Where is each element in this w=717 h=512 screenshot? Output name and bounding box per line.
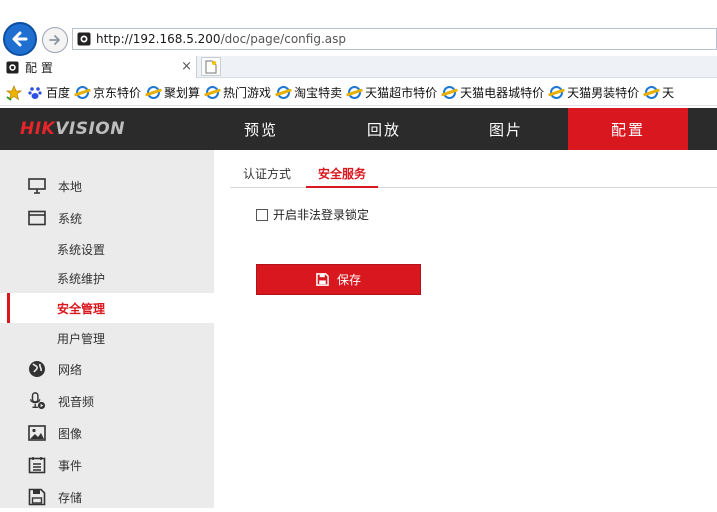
sidebar-item-label: 存储 xyxy=(58,490,83,505)
menu-label: 配置 xyxy=(610,120,645,139)
new-tab-icon xyxy=(205,60,217,73)
sidebar-item-local[interactable]: 本地 xyxy=(0,171,214,201)
arrow-left-icon xyxy=(12,31,28,47)
back-button[interactable] xyxy=(3,22,37,56)
sidebar-item-system[interactable]: 系统 xyxy=(0,203,214,233)
tab-label: 安全服务 xyxy=(318,166,367,181)
sidebar-item-label: 系统 xyxy=(58,211,83,226)
sidebar-item-label: 图像 xyxy=(58,426,83,441)
sidebar-item-label: 视音频 xyxy=(58,394,95,409)
favorite-baidu[interactable]: 百度 xyxy=(28,84,70,101)
sidebar: 本地 系统 系统设置 系统维护 安全管理 用户管理 网络 视音频 图像 事件 存… xyxy=(0,150,214,508)
monitor-icon xyxy=(28,177,46,195)
menu-configuration[interactable]: 配置 xyxy=(568,108,688,150)
camera-favicon-icon xyxy=(6,60,19,74)
sidebar-item-label: 网络 xyxy=(58,362,83,377)
favorite-label: 京东特价 xyxy=(93,86,142,100)
ie-page-icon xyxy=(76,86,90,99)
favorite-item[interactable]: 天猫超市特价 xyxy=(348,84,437,101)
floppy-icon xyxy=(316,273,329,286)
ie-page-icon xyxy=(348,86,362,99)
globe-icon xyxy=(28,360,46,378)
sidebar-item-user-management[interactable]: 用户管理 xyxy=(0,323,214,353)
menu-label: 预览 xyxy=(243,120,278,139)
sidebar-item-network[interactable]: 网络 xyxy=(0,354,214,384)
arrow-right-icon xyxy=(49,35,60,45)
ie-page-icon xyxy=(206,86,220,99)
close-tab-icon[interactable]: × xyxy=(181,59,192,74)
ie-page-icon xyxy=(550,86,564,99)
menu-picture[interactable]: 图片 xyxy=(446,108,566,150)
menu-playback[interactable]: 回放 xyxy=(324,108,444,150)
illegal-login-lock-checkbox[interactable] xyxy=(256,208,268,221)
ie-page-icon xyxy=(147,86,161,99)
ie-page-icon xyxy=(443,86,457,99)
sidebar-item-image[interactable]: 图像 xyxy=(0,418,214,448)
app-header: HIKVISION 预览 回放 图片 配置 xyxy=(0,108,717,150)
menu-preview[interactable]: 预览 xyxy=(201,108,321,150)
logo-part-grey: VISION xyxy=(55,119,125,139)
address-bar-row: http://192.168.5.200/doc/page/config.asp xyxy=(0,22,717,56)
favorite-item[interactable]: 京东特价 xyxy=(76,84,141,101)
ie-page-icon xyxy=(277,86,291,99)
url-path: /doc/page/config.asp xyxy=(220,32,346,46)
url-input[interactable]: http://192.168.5.200/doc/page/config.asp xyxy=(72,28,717,50)
calendar-list-icon xyxy=(28,456,46,474)
favorite-label: 天猫男装特价 xyxy=(567,86,640,100)
url-host: http://192.168.5.200 xyxy=(96,32,221,46)
favorites-bar: 百度 京东特价 聚划算 热门游戏 淘宝特卖 天猫超市特价 天猫电器城特价 天猫男… xyxy=(0,80,717,106)
camera-favicon-icon xyxy=(77,32,91,46)
paw-icon xyxy=(28,86,42,99)
favorite-label: 淘宝特卖 xyxy=(294,86,343,100)
sidebar-item-system-settings[interactable]: 系统设置 xyxy=(0,234,214,264)
menu-label: 回放 xyxy=(366,120,401,139)
favorite-label: 热门游戏 xyxy=(223,86,272,100)
sidebar-item-label: 用户管理 xyxy=(57,331,106,346)
url-text: http://192.168.5.200/doc/page/config.asp xyxy=(96,32,346,46)
favorite-item[interactable]: 天 xyxy=(645,84,674,101)
sidebar-item-security-management[interactable]: 安全管理 xyxy=(0,293,214,323)
illegal-login-lock-option: 开启非法登录锁定 xyxy=(256,206,369,223)
tab-authentication[interactable]: 认证方式 xyxy=(231,160,303,187)
favorite-item[interactable]: 天猫电器城特价 xyxy=(443,84,544,101)
image-icon xyxy=(28,424,46,442)
menu-label: 图片 xyxy=(488,120,523,139)
floppy-icon xyxy=(28,488,46,506)
save-button-label: 保存 xyxy=(336,273,361,287)
save-button[interactable]: 保存 xyxy=(256,264,421,295)
hikvision-logo: HIKVISION xyxy=(20,119,125,139)
forward-button[interactable] xyxy=(42,27,68,53)
sidebar-item-label: 安全管理 xyxy=(57,301,106,316)
logo-part-red: HIK xyxy=(20,119,56,139)
favorite-item[interactable]: 热门游戏 xyxy=(206,84,271,101)
new-tab-button[interactable] xyxy=(201,57,221,76)
tab-title: 配 置 xyxy=(25,60,53,75)
ie-page-icon xyxy=(645,86,659,99)
favorite-item[interactable]: 淘宝特卖 xyxy=(277,84,342,101)
star-add-icon[interactable] xyxy=(6,84,22,101)
window-icon xyxy=(28,209,46,227)
microphone-icon xyxy=(28,392,46,410)
sidebar-item-label: 本地 xyxy=(58,179,83,194)
sidebar-item-label: 系统维护 xyxy=(57,271,106,286)
favorite-label: 天猫电器城特价 xyxy=(460,86,545,100)
favorite-item[interactable]: 天猫男装特价 xyxy=(550,84,639,101)
sidebar-item-video-audio[interactable]: 视音频 xyxy=(0,386,214,416)
browser-tab[interactable]: 配 置 × xyxy=(0,56,197,78)
favorite-label: 天猫超市特价 xyxy=(365,86,438,100)
browser-tab-strip: 配 置 × xyxy=(0,56,717,78)
tabs-divider xyxy=(230,187,717,188)
tab-security-service[interactable]: 安全服务 xyxy=(306,160,379,188)
sidebar-item-system-maintenance[interactable]: 系统维护 xyxy=(0,263,214,293)
favorite-item[interactable]: 聚划算 xyxy=(147,84,200,101)
sidebar-item-event[interactable]: 事件 xyxy=(0,450,214,480)
illegal-login-lock-label: 开启非法登录锁定 xyxy=(273,208,370,222)
sidebar-item-label: 事件 xyxy=(58,458,83,473)
tab-label: 认证方式 xyxy=(243,167,292,181)
favorite-label: 天 xyxy=(662,86,675,100)
favorite-label: 百度 xyxy=(46,86,71,100)
sidebar-item-label: 系统设置 xyxy=(57,242,106,257)
favorite-label: 聚划算 xyxy=(164,86,201,100)
